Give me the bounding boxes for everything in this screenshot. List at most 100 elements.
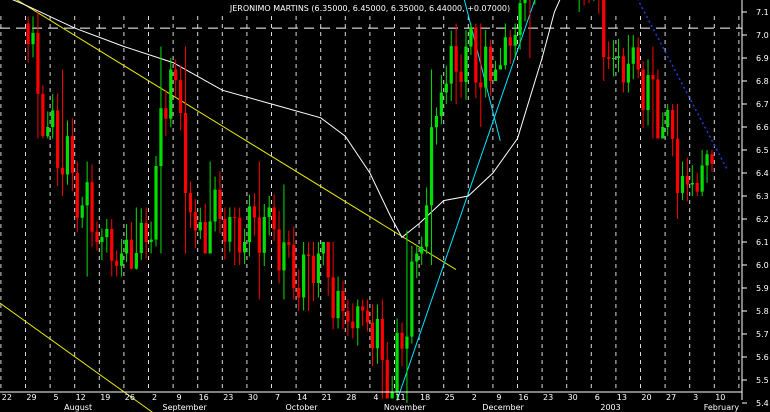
y-tick-label: 6.0 (756, 261, 769, 270)
x-tick-label: 12 (76, 393, 86, 402)
candle-body (60, 167, 65, 175)
candle-body (671, 109, 675, 139)
candle-body (233, 217, 237, 219)
candle-body (129, 239, 134, 269)
candle-body (380, 318, 384, 360)
candle-body (257, 217, 261, 253)
candle-body (223, 219, 227, 242)
candle-body (656, 79, 660, 139)
candle-body (493, 69, 498, 81)
y-tick-label: 5.8 (756, 307, 769, 316)
candle-body (365, 310, 370, 323)
candle-body (695, 182, 699, 192)
candle-body (518, 3, 522, 35)
candle-body (119, 253, 124, 266)
candle-body (203, 222, 207, 254)
candle-body (267, 207, 271, 218)
x-tick-label: 3 (693, 393, 698, 402)
x-tick-label: 5 (54, 393, 59, 402)
candle-body (292, 244, 296, 288)
candle-body (341, 290, 345, 311)
candle-body (484, 46, 488, 88)
candle-body (110, 228, 114, 261)
x-tick-label: 14 (297, 393, 307, 402)
x-tick-label: 9 (177, 393, 182, 402)
y-tick-label: 6.8 (756, 77, 769, 86)
candle (656, 69, 660, 139)
candle-body (651, 75, 655, 80)
candle-body (51, 110, 55, 127)
candle-body (70, 136, 74, 173)
candle-body (666, 109, 670, 127)
candle-body (198, 222, 202, 231)
x-tick-label: 23 (223, 393, 233, 402)
candle-body (218, 189, 222, 219)
candle-body (31, 32, 35, 45)
x-tick-label: 11 (395, 393, 405, 402)
candle-body (144, 222, 148, 242)
y-tick-label: 6.1 (756, 238, 769, 247)
candle-body (420, 246, 424, 254)
y-tick-label: 6.9 (756, 54, 769, 63)
candle-body (410, 261, 414, 337)
candle-body (90, 182, 94, 232)
candle-body (464, 46, 468, 82)
candlestick-chart: JERONIMO MARTINS (6.35000, 6.45000, 6.35… (0, 0, 770, 412)
candle-body (193, 212, 197, 231)
x-tick-label: 4 (373, 393, 378, 402)
candle-body (95, 231, 99, 242)
candle-body (469, 27, 473, 47)
candle-body (311, 255, 316, 284)
candle-body (228, 217, 232, 242)
x-month-label: 2003 (600, 403, 620, 412)
x-tick-label: 22 (2, 393, 12, 402)
candle-body (179, 80, 183, 113)
candle-body (56, 110, 60, 168)
candle-body (444, 83, 448, 93)
x-tick-label: 23 (543, 393, 553, 402)
candle-body (326, 242, 330, 278)
candle-body (621, 56, 626, 83)
candle-body (238, 217, 242, 253)
x-month-label: December (482, 403, 524, 412)
candle-body (208, 221, 212, 254)
candle-body (395, 332, 399, 392)
candle-body (641, 69, 645, 111)
candle-body (690, 182, 694, 185)
candle-body (400, 332, 404, 349)
x-tick-label: 16 (518, 393, 528, 402)
x-month-label: February (704, 403, 740, 412)
x-tick-label: 7 (275, 393, 280, 402)
candle-body (331, 277, 335, 319)
candle-body (449, 46, 453, 84)
candle-body (523, 0, 527, 4)
x-tick-label: 28 (346, 393, 356, 402)
candle-body (80, 205, 84, 218)
x-tick-label: 30 (568, 393, 578, 402)
x-month-label: October (286, 403, 319, 412)
candle-body (513, 35, 517, 46)
candle-body (188, 193, 193, 213)
candle (154, 155, 158, 247)
candle-body (439, 92, 443, 117)
x-month-label: September (163, 403, 208, 412)
candle-body (459, 71, 463, 82)
candle-body (508, 37, 512, 46)
candle-body (336, 290, 340, 319)
candle-body (685, 176, 689, 185)
y-tick-label: 5.6 (756, 353, 769, 362)
candle-body (124, 239, 129, 254)
candle-body (65, 136, 70, 175)
candle-body (46, 127, 50, 137)
y-tick-label: 5.4 (756, 399, 769, 408)
candle-body (425, 205, 429, 247)
x-tick-label: 2 (152, 393, 157, 402)
x-tick-label: 2 (472, 393, 477, 402)
x-tick-label: 16 (199, 393, 209, 402)
candle-body (174, 69, 178, 81)
candle-body (41, 93, 45, 137)
candle-body (434, 116, 439, 128)
x-tick-label: 29 (26, 393, 36, 402)
candle-body (646, 75, 650, 111)
y-tick-label: 6.4 (756, 169, 769, 178)
